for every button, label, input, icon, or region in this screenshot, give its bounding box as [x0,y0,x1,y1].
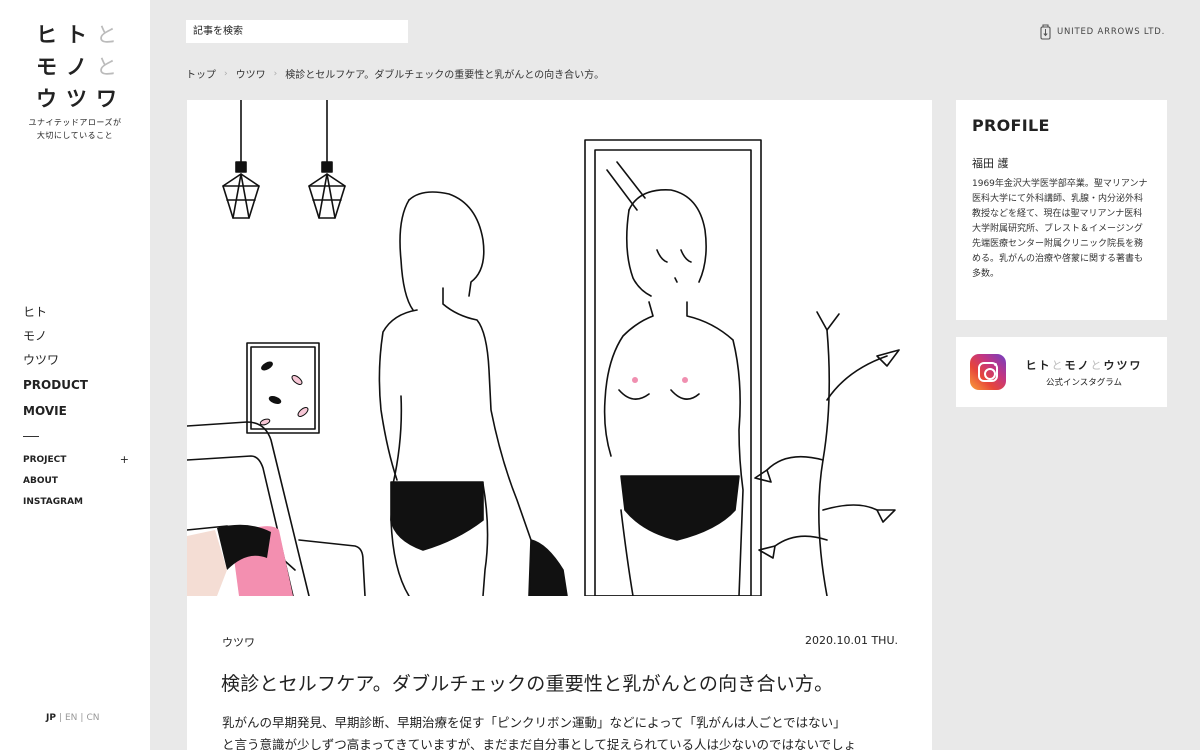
nav-item-mono[interactable]: モノ [23,324,88,348]
lang-cn[interactable]: CN [86,713,99,723]
nav-item-utsuwa[interactable]: ウツワ [23,348,88,372]
article-card: ウツワ 2020.10.01 THU. 検診とセルフケア。ダブルチェックの重要性… [187,100,932,750]
nav-divider [23,436,39,437]
instagram-subtitle: 公式インスタグラム [1045,377,1123,388]
tagline-line: 大切にしていること [36,131,114,140]
instagram-title-part: と [1051,358,1065,372]
nav-item-project[interactable]: PROJECT + [23,452,129,473]
chevron-right-icon: › [273,68,278,79]
article-body: 乳がんの早期発見、早期診断、早期治療を促す「ピンクリボン運動」などによって「乳が… [222,712,902,750]
logo-char: ウ [36,87,57,111]
nav-item-project-label: PROJECT [23,455,67,465]
lang-jp[interactable]: JP [46,713,56,723]
article-body-line: と言う意識が少しずつ高まってきていますが、まだまだ自分事として捉えられている人は… [222,737,857,750]
nav-item-product[interactable]: PRODUCT [23,372,88,398]
article-body-line: 乳がんの早期発見、早期診断、早期治療を促す「ピンクリボン運動」などによって「乳が… [222,715,846,730]
lang-en[interactable]: EN [65,713,77,723]
instagram-title: ヒトとモノとウツワ [1018,357,1150,373]
profile-card: PROFILE 福田 護 1969年金沢大学医学部卒業。聖マリアンナ医科大学にて… [956,100,1167,320]
logo-char: モ [36,55,57,79]
breadcrumb: トップ › ウツワ › 検診とセルフケア。ダブルチェックの重要性と乳がんとの向き… [186,66,605,82]
search-input[interactable]: 記事を検索 [186,20,408,43]
instagram-title-part: ウツワ [1103,358,1143,372]
expand-plus-icon[interactable]: + [120,452,129,468]
instagram-title-part: と [1090,358,1104,372]
main-nav: ヒト モノ ウツワ PRODUCT MOVIE [23,300,88,424]
logo-char: ワ [96,87,117,111]
profile-name: 福田 護 [972,157,1009,170]
profile-bio: 1969年金沢大学医学部卒業。聖マリアンナ医科大学にて外科講師、乳腺・内分泌外科… [972,179,1148,279]
hero-illustration [187,100,900,596]
article-category[interactable]: ウツワ [222,634,255,650]
instagram-banner[interactable]: ヒトとモノとウツワ 公式インスタグラム [956,337,1167,407]
site-logo[interactable]: ヒ ト と モ ノ と ウ ツ ワ [36,22,126,112]
instagram-icon [970,354,1006,390]
breadcrumb-item-top[interactable]: トップ [186,66,216,81]
nav-item-instagram[interactable]: INSTAGRAM [23,494,129,515]
sidebar: ヒ ト と モ ノ と ウ ツ ワ ユナイテッドアローズが 大切にしていること … [0,0,150,750]
logo-char: ヒ [36,23,57,47]
chevron-right-icon: › [224,68,228,79]
logo-char: ト [66,23,87,47]
brand-logo[interactable]: UNITED ARROWS LTD. [1040,24,1165,40]
breadcrumb-item-utsuwa[interactable]: ウツワ [236,66,266,81]
tagline-line: ユナイテッドアローズが [28,118,122,127]
logo-char: と [96,23,117,47]
sub-nav: PROJECT + ABOUT INSTAGRAM [23,452,129,515]
instagram-title-part: ヒト [1025,358,1052,372]
instagram-title-part: モノ [1064,358,1091,372]
logo-char: ノ [66,55,87,79]
language-switcher: JP | EN | CN [46,713,100,723]
ua-mark-icon [1040,24,1051,40]
article-date: 2020.10.01 THU. [804,634,898,647]
logo-char: ツ [66,87,87,111]
nav-item-movie[interactable]: MOVIE [23,398,88,424]
brand-name: UNITED ARROWS LTD. [1057,27,1166,37]
nav-item-hito[interactable]: ヒト [23,300,88,324]
breadcrumb-item-current: 検診とセルフケア。ダブルチェックの重要性と乳がんとの向き合い方。 [285,70,605,81]
logo-char: と [96,55,117,79]
article-title: 検診とセルフケア。ダブルチェックの重要性と乳がんとの向き合い方。 [221,673,834,695]
nav-item-about[interactable]: ABOUT [23,473,129,494]
profile-heading: PROFILE [972,116,1050,135]
logo-tagline: ユナイテッドアローズが 大切にしていること [0,116,150,142]
